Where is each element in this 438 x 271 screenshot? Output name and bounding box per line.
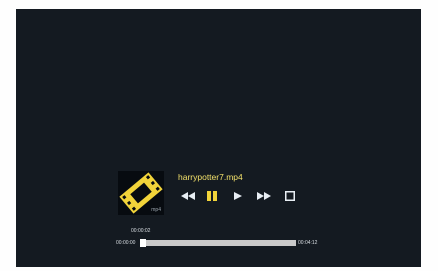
file-extension-label: mp4 xyxy=(151,207,161,213)
stop-icon xyxy=(285,191,295,201)
media-thumbnail: mp4 xyxy=(118,171,164,215)
file-name-title: harrypotter7.mp4 xyxy=(178,172,243,182)
play-button[interactable] xyxy=(232,189,244,203)
play-icon xyxy=(234,192,242,200)
end-time: 00:04:12 xyxy=(298,240,318,246)
playback-controls xyxy=(180,189,305,203)
progress-bar[interactable] xyxy=(140,239,296,247)
fast-forward-button[interactable] xyxy=(256,189,272,203)
pause-button[interactable] xyxy=(206,189,218,203)
video-player xyxy=(16,9,421,267)
fast-forward-icon xyxy=(257,192,271,200)
rewind-button[interactable] xyxy=(180,189,196,203)
start-time: 00:00:00 xyxy=(116,240,136,246)
rewind-icon xyxy=(181,192,195,200)
progress-handle[interactable] xyxy=(140,239,146,247)
current-time: 00:00:02 xyxy=(131,228,151,234)
stop-button[interactable] xyxy=(284,189,296,203)
pause-icon xyxy=(207,191,217,201)
